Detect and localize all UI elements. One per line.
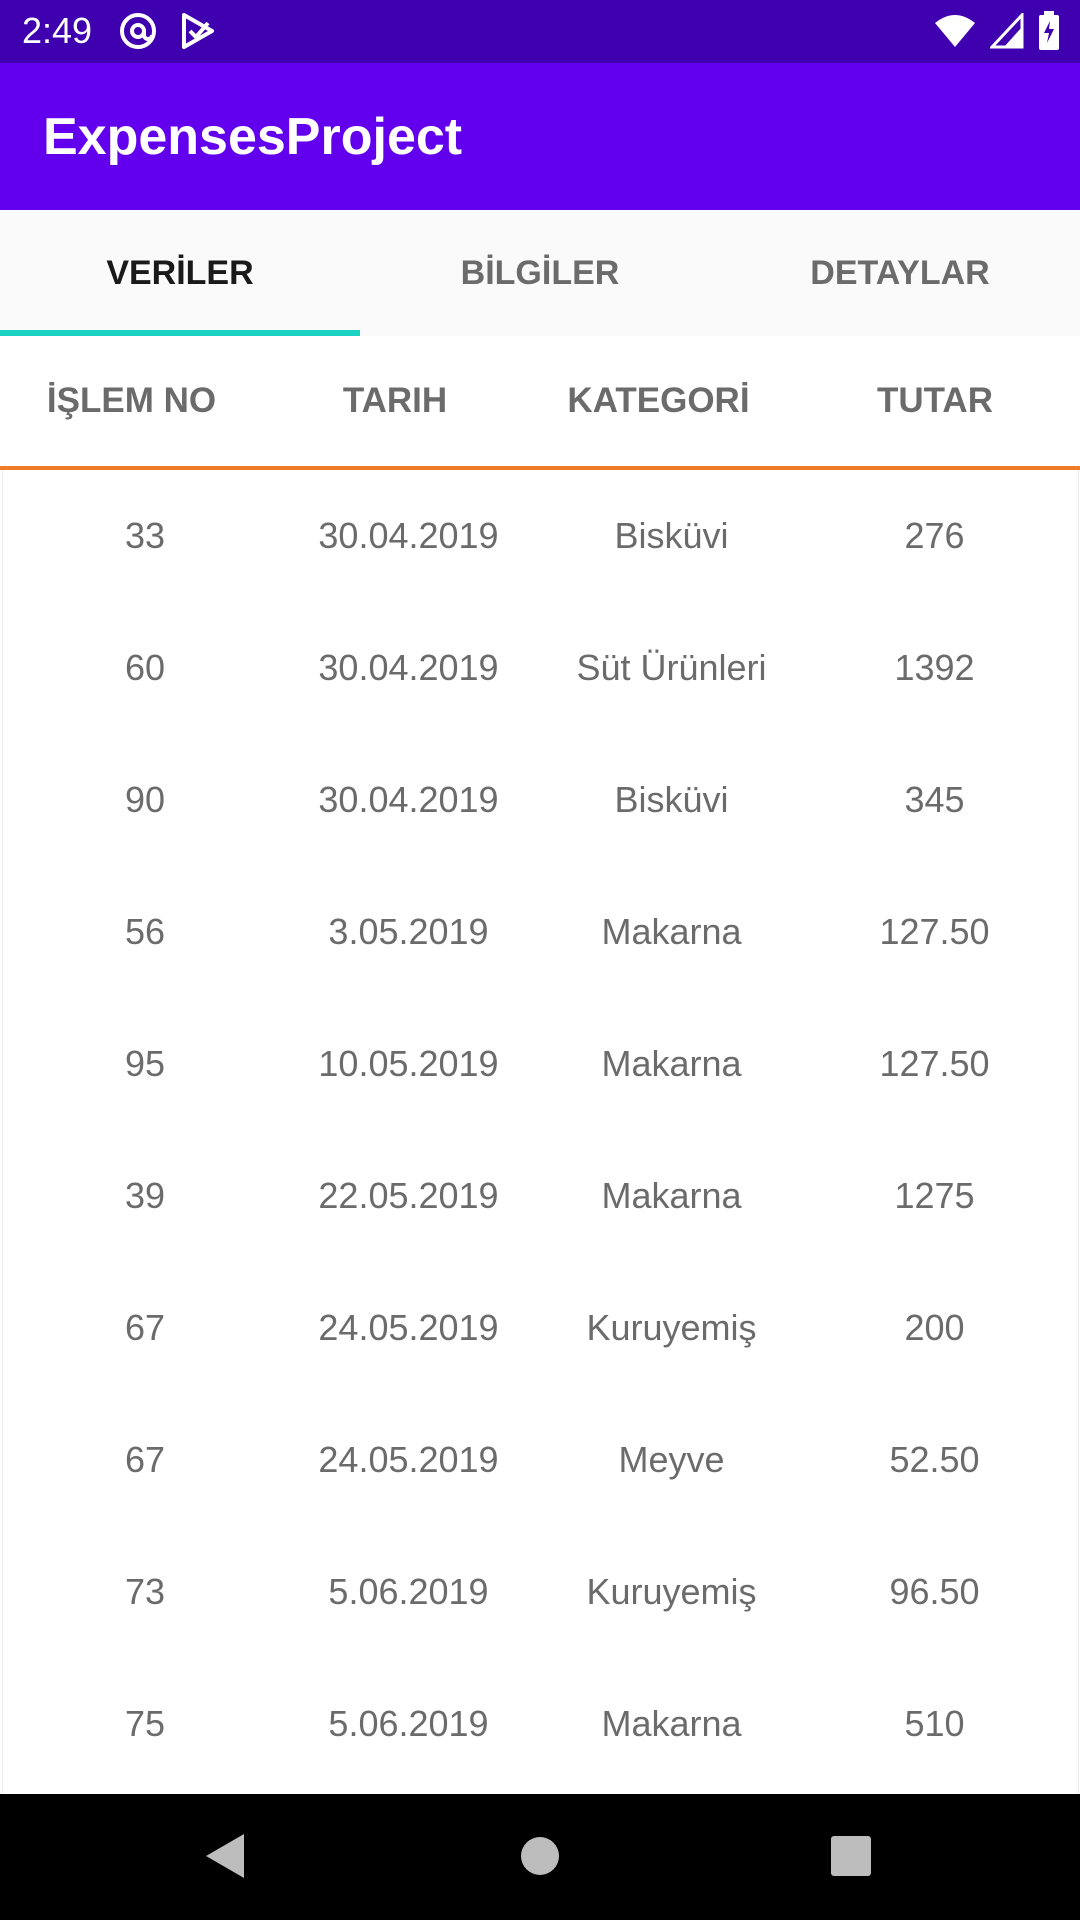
wifi-icon <box>934 13 976 54</box>
tab-bilgiler[interactable]: BİLGİLER <box>360 210 720 336</box>
cell-kategori: Bisküvi <box>614 514 729 556</box>
status-bar: 2:49 <box>0 0 1080 63</box>
table-row[interactable]: 75 5.06.2019 Makarna 510 <box>3 1658 1078 1790</box>
cell-islem-no: 75 <box>124 1702 166 1744</box>
cell-islem-no: 90 <box>124 778 166 820</box>
cell-tarih: 24.05.2019 <box>318 1306 499 1348</box>
column-header-islem-no: İŞLEM NO <box>46 381 217 420</box>
cell-tutar: 96.50 <box>889 1570 980 1612</box>
cell-tutar: 345 <box>904 778 965 820</box>
table-row[interactable]: 67 24.05.2019 Kuruyemiş 200 <box>3 1262 1078 1394</box>
app-title: ExpensesProject <box>43 108 463 166</box>
table-row[interactable]: 90 30.04.2019 Bisküvi 345 <box>3 734 1078 866</box>
table-row[interactable]: 67 24.05.2019 Meyve 52.50 <box>3 1394 1078 1526</box>
app-bar: ExpensesProject <box>0 63 1080 210</box>
battery-icon <box>1038 11 1060 56</box>
cell-tutar: 510 <box>904 1702 965 1744</box>
cell-tutar: 127.50 <box>879 910 990 952</box>
cell-islem-no: 33 <box>124 514 166 556</box>
cell-tutar: 1275 <box>894 1174 975 1216</box>
table-header: İŞLEM NO TARIH KATEGORİ TUTAR <box>0 336 1080 466</box>
cell-tutar: 200 <box>904 1306 965 1348</box>
back-icon[interactable] <box>204 1832 246 1885</box>
column-header-tarih: TARIH <box>342 381 448 420</box>
cell-islem-no: 56 <box>124 910 166 952</box>
cell-islem-no: 95 <box>124 1042 166 1084</box>
cell-islem-no: 39 <box>124 1174 166 1216</box>
home-icon[interactable] <box>520 1836 560 1881</box>
cell-tarih: 22.05.2019 <box>318 1174 499 1216</box>
column-header-tutar: TUTAR <box>877 381 993 420</box>
cell-tarih: 10.05.2019 <box>318 1042 499 1084</box>
status-time: 2:49 <box>22 10 93 51</box>
cell-tarih: 24.05.2019 <box>318 1438 499 1480</box>
cell-kategori: Bisküvi <box>614 778 729 820</box>
tab-detaylar[interactable]: DETAYLAR <box>720 210 1080 336</box>
tab-bar: VERİLER BİLGİLER DETAYLAR <box>0 210 1080 336</box>
table-row[interactable]: 56 3.05.2019 Makarna 127.50 <box>3 866 1078 998</box>
cell-tutar: 127.50 <box>879 1042 990 1084</box>
cell-tarih: 5.06.2019 <box>328 1570 489 1612</box>
cell-kategori: Kuruyemiş <box>586 1570 757 1612</box>
cell-islem-no: 73 <box>124 1570 166 1612</box>
cell-islem-no: 67 <box>124 1438 166 1480</box>
cell-kategori: Kuruyemiş <box>586 1306 757 1348</box>
cell-signal-icon <box>988 11 1024 54</box>
cell-tutar: 52.50 <box>889 1438 980 1480</box>
cell-tarih: 30.04.2019 <box>318 514 499 556</box>
column-header-kategori: KATEGORİ <box>567 381 750 420</box>
cell-tutar: 276 <box>904 514 965 556</box>
at-sign-icon <box>118 11 158 56</box>
expense-list[interactable]: 33 30.04.2019 Bisküvi 276 60 30.04.2019 … <box>2 470 1079 1794</box>
table-row[interactable]: 73 5.06.2019 Kuruyemiş 96.50 <box>3 1526 1078 1658</box>
table-row[interactable]: 95 10.05.2019 Makarna 127.50 <box>3 998 1078 1130</box>
cell-tutar: 1392 <box>894 646 975 688</box>
cell-kategori: Süt Ürünleri <box>576 646 767 688</box>
cell-tarih: 30.04.2019 <box>318 646 499 688</box>
table-row[interactable]: 33 30.04.2019 Bisküvi 276 <box>3 470 1078 602</box>
recents-icon[interactable] <box>831 1836 871 1881</box>
cell-tarih: 3.05.2019 <box>328 910 489 952</box>
cell-kategori: Meyve <box>618 1438 725 1480</box>
system-nav-bar <box>0 1794 1080 1920</box>
cell-kategori: Makarna <box>601 1042 742 1084</box>
play-store-icon <box>180 11 216 56</box>
cell-tarih: 5.06.2019 <box>328 1702 489 1744</box>
cell-tarih: 30.04.2019 <box>318 778 499 820</box>
tab-veriler[interactable]: VERİLER <box>0 210 360 336</box>
cell-islem-no: 67 <box>124 1306 166 1348</box>
cell-islem-no: 60 <box>124 646 166 688</box>
cell-kategori: Makarna <box>601 1174 742 1216</box>
table-row[interactable]: 60 30.04.2019 Süt Ürünleri 1392 <box>3 602 1078 734</box>
table-row[interactable]: 39 22.05.2019 Makarna 1275 <box>3 1130 1078 1262</box>
cell-kategori: Makarna <box>601 910 742 952</box>
cell-kategori: Makarna <box>601 1702 742 1744</box>
